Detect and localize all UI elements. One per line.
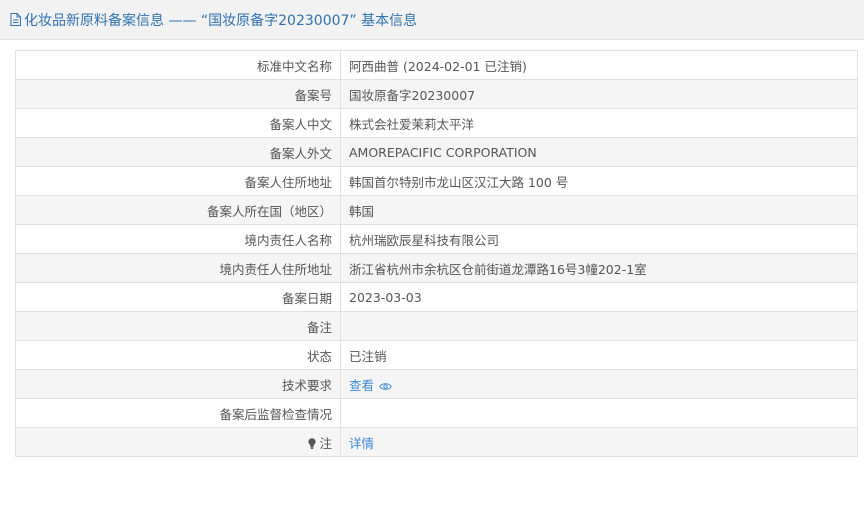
row-label: 备案人住所地址	[15, 166, 341, 196]
table-row: 备注	[15, 311, 858, 341]
row-value: 阿西曲普 (2024-02-01 已注销)	[340, 50, 858, 80]
row-label: 备注	[15, 311, 341, 341]
info-table: 标准中文名称 阿西曲普 (2024-02-01 已注销) 备案号 国妆原备字20…	[15, 50, 858, 457]
page-title: 化妆品新原料备案信息 —— “国妆原备字20230007” 基本信息	[24, 12, 418, 29]
row-value: 株式会社爱茉莉太平洋	[340, 108, 858, 138]
row-label: 状态	[15, 340, 341, 370]
view-link-text: 查看	[349, 377, 375, 393]
row-value: 杭州瑞欧辰星科技有限公司	[340, 224, 858, 254]
note-value-cell: 详情	[340, 427, 858, 457]
row-label: 备案人所在国（地区）	[15, 195, 341, 225]
table-row: 注 详情	[15, 427, 858, 457]
table-row: 备案人中文 株式会社爱茉莉太平洋	[15, 108, 858, 138]
row-value	[340, 398, 858, 428]
table-row: 境内责任人名称 杭州瑞欧辰星科技有限公司	[15, 224, 858, 254]
row-label: 技术要求	[15, 369, 341, 399]
table-row: 备案日期 2023-03-03	[15, 282, 858, 312]
tech-requirements-cell: 查看	[340, 369, 858, 399]
table-row: 状态 已注销	[15, 340, 858, 370]
row-value: 国妆原备字20230007	[340, 79, 858, 109]
document-icon	[10, 13, 21, 26]
table-row: 备案人住所地址 韩国首尔特别市龙山区汉江大路 100 号	[15, 166, 858, 196]
note-label: 注	[319, 435, 332, 451]
eye-icon	[379, 382, 392, 390]
table-row: 技术要求 查看	[15, 369, 858, 399]
row-label: 备案后监督检查情况	[15, 398, 341, 428]
table-row: 标准中文名称 阿西曲普 (2024-02-01 已注销)	[15, 50, 858, 80]
status-value: 已注销	[340, 340, 858, 370]
row-value: 韩国	[340, 195, 858, 225]
table-row: 备案人外文 AMOREPACIFIC CORPORATION	[15, 137, 858, 167]
table-row: 备案后监督检查情况	[15, 398, 858, 428]
note-label-cell: 注	[15, 427, 341, 457]
row-label: 标准中文名称	[15, 50, 341, 80]
row-label: 备案号	[15, 79, 341, 109]
row-label: 备案日期	[15, 282, 341, 312]
row-label: 境内责任人住所地址	[15, 253, 341, 283]
row-label: 境内责任人名称	[15, 224, 341, 254]
view-tech-requirements-link[interactable]: 查看	[349, 378, 392, 393]
lightbulb-icon	[308, 437, 317, 449]
page-header: 化妆品新原料备案信息 —— “国妆原备字20230007” 基本信息	[0, 0, 864, 40]
table-row: 境内责任人住所地址 浙江省杭州市余杭区仓前街道龙潭路16号3幢202-1室	[15, 253, 858, 283]
row-label: 备案人外文	[15, 137, 341, 167]
details-link[interactable]: 详情	[349, 436, 374, 451]
row-value: 韩国首尔特别市龙山区汉江大路 100 号	[340, 166, 858, 196]
row-value: 浙江省杭州市余杭区仓前街道龙潭路16号3幢202-1室	[340, 253, 858, 283]
row-label: 备案人中文	[15, 108, 341, 138]
row-value: 2023-03-03	[340, 282, 858, 312]
info-table-container: 标准中文名称 阿西曲普 (2024-02-01 已注销) 备案号 国妆原备字20…	[0, 40, 864, 457]
row-value	[340, 311, 858, 341]
row-value: AMOREPACIFIC CORPORATION	[340, 137, 858, 167]
table-row: 备案号 国妆原备字20230007	[15, 79, 858, 109]
table-row: 备案人所在国（地区） 韩国	[15, 195, 858, 225]
